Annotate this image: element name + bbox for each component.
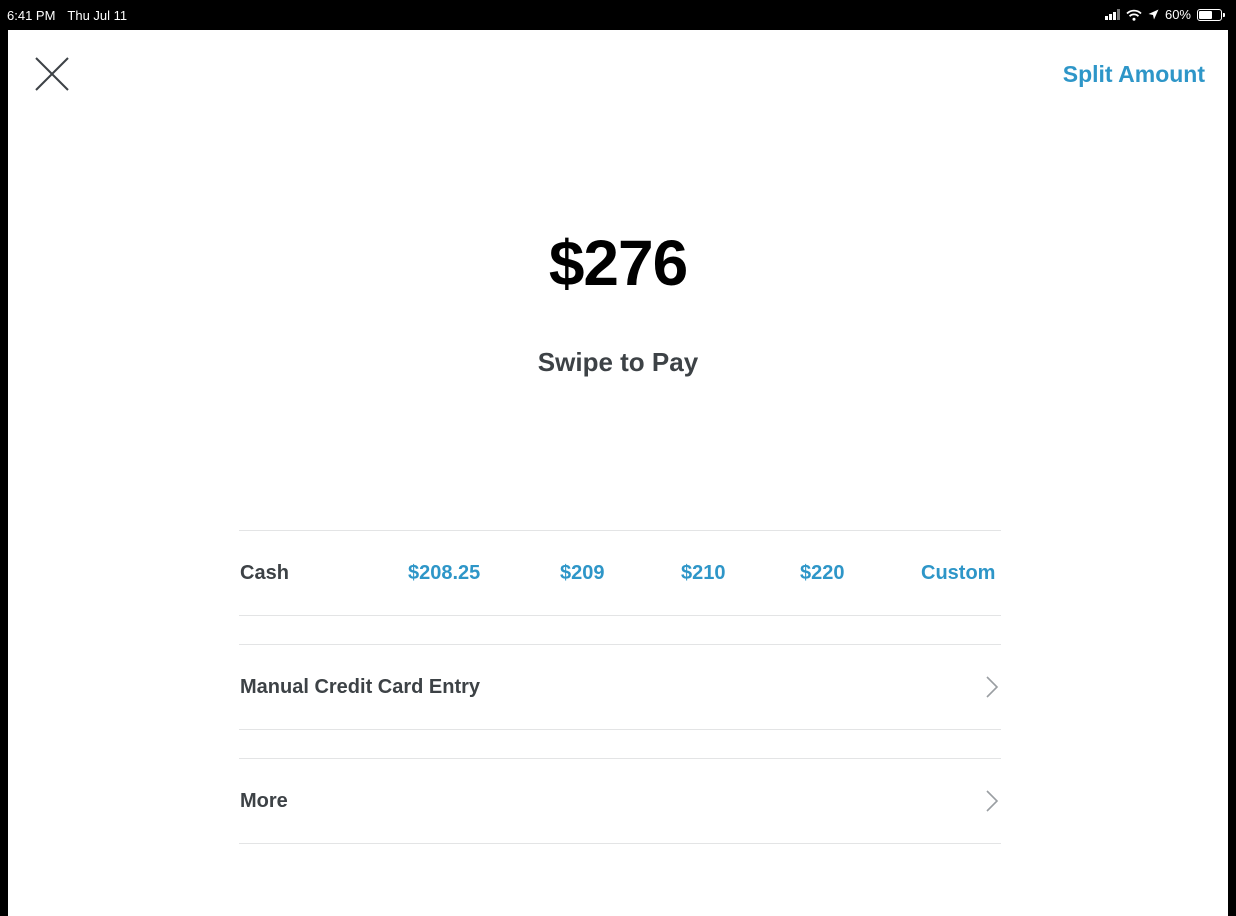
device-frame: 6:41 PM Thu Jul 11 60% Split Amount $276… xyxy=(0,0,1236,916)
chevron-right-icon xyxy=(986,790,999,812)
divider xyxy=(239,615,1001,616)
cash-option-button[interactable]: $208.25 xyxy=(408,562,480,585)
checkout-screen: Split Amount $276 Swipe to Pay Cash $208… xyxy=(8,30,1228,916)
status-bar: 6:41 PM Thu Jul 11 60% xyxy=(0,0,1236,30)
battery-percent: 60% xyxy=(1164,7,1191,22)
payment-amount: $276 xyxy=(548,227,688,299)
status-date: Thu Jul 11 xyxy=(67,8,128,23)
wifi-icon xyxy=(1126,9,1142,21)
cash-option-button[interactable]: $210 xyxy=(681,562,726,585)
close-button[interactable] xyxy=(32,54,72,94)
more-row[interactable]: More xyxy=(239,758,1001,844)
manual-credit-card-entry-row[interactable]: Manual Credit Card Entry xyxy=(239,644,1001,730)
cash-option-button[interactable]: $209 xyxy=(560,562,605,585)
more-label: More xyxy=(240,790,288,812)
status-time: 6:41 PM xyxy=(7,8,56,23)
cellular-signal-icon xyxy=(1104,9,1120,20)
custom-cash-button[interactable]: Custom xyxy=(921,562,995,585)
swipe-to-pay-label: Swipe to Pay xyxy=(537,347,699,377)
battery-icon xyxy=(1197,8,1225,21)
close-icon xyxy=(35,57,69,91)
divider xyxy=(239,843,1001,844)
location-icon xyxy=(1148,9,1159,20)
cash-row: Cash $208.25 $209 $210 $220 Custom xyxy=(239,530,1001,616)
cash-option-button[interactable]: $220 xyxy=(800,562,845,585)
divider xyxy=(239,729,1001,730)
manual-credit-card-entry-label: Manual Credit Card Entry xyxy=(240,676,481,698)
cash-label: Cash xyxy=(240,562,289,584)
chevron-right-icon xyxy=(986,676,999,698)
split-amount-button[interactable]: Split Amount xyxy=(1063,61,1205,88)
